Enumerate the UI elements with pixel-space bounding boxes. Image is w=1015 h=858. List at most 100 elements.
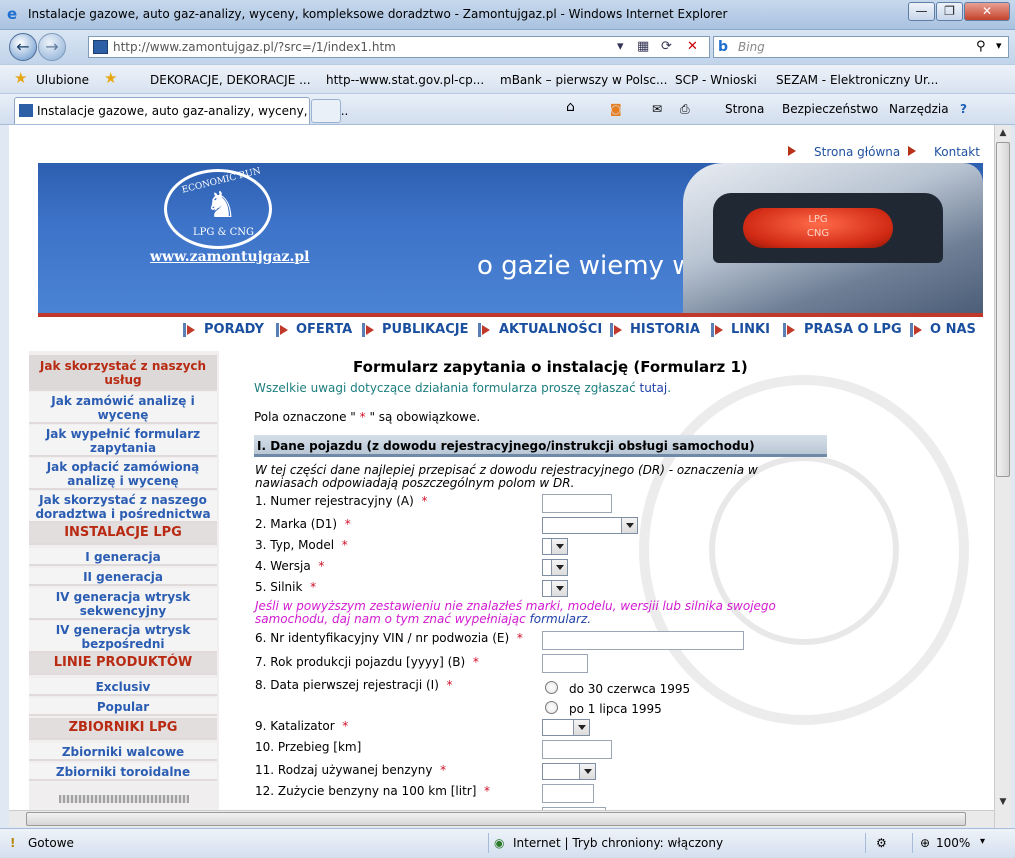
chevron-down-icon[interactable]	[579, 764, 595, 779]
status-bar: ! Gotowe ◉ Internet | Tryb chroniony: wł…	[0, 828, 1015, 858]
sidebar-item-consulting[interactable]: Jak skorzystać z naszego doradztwa i poś…	[29, 491, 217, 523]
address-url[interactable]: http://www.zamontujgaz.pl/?src=/1/index1…	[113, 40, 396, 54]
date-before-radio[interactable]	[545, 681, 558, 694]
required-star: *	[472, 655, 479, 669]
nav-aktualnosci[interactable]: AKTUALNOŚCI	[499, 322, 602, 337]
sidebar-item-payment[interactable]: Jak opłacić zamówioną analizę i wycenę	[29, 458, 217, 490]
sidebar-item-exclusiv[interactable]: Exclusiv	[29, 678, 217, 696]
stop-icon[interactable]: ✕	[687, 39, 698, 54]
nav-prasa[interactable]: PRASA O LPG	[804, 322, 902, 337]
chevron-down-icon[interactable]	[551, 581, 567, 596]
help-icon[interactable]: ?	[960, 102, 967, 116]
nav-historia[interactable]: HISTORIA	[630, 322, 700, 337]
required-star: *	[440, 763, 447, 777]
scroll-down-icon[interactable]: ▼	[995, 794, 1011, 810]
lpg-tank-image: LPG CNG	[743, 208, 893, 248]
vertical-scroll-thumb[interactable]	[996, 142, 1010, 477]
status-separator	[488, 833, 489, 853]
search-box[interactable]: b Bing ⚲ ▾	[713, 36, 1009, 58]
dropdown-icon[interactable]: ▾	[617, 39, 624, 54]
nav-o-nas[interactable]: O NAS	[930, 322, 976, 337]
horizontal-scroll-thumb[interactable]	[26, 812, 966, 826]
nav-arrow-icon	[362, 323, 376, 337]
bing-icon: b	[718, 39, 729, 55]
zoom-dropdown-icon[interactable]: ▾	[980, 836, 985, 847]
compatibility-icon[interactable]: ▦	[637, 39, 649, 54]
nav-oferta[interactable]: OFERTA	[296, 322, 352, 337]
favorite-link-2[interactable]: http--www.stat.gov.pl-cp...	[326, 73, 484, 87]
search-options-icon[interactable]: ▾	[996, 39, 1002, 52]
sidebar-item-popular[interactable]: Popular	[29, 698, 217, 716]
vin-input[interactable]	[542, 631, 744, 650]
sidebar-item-fill-form[interactable]: Jak wypełnić formularz zapytania	[29, 425, 217, 457]
home-icon[interactable]: ⌂	[566, 99, 575, 115]
nav-publikacje[interactable]: PUBLIKACJE	[382, 322, 469, 337]
page-menu[interactable]: Strona	[725, 102, 764, 116]
date-after-radio[interactable]	[545, 701, 558, 714]
zoom-level[interactable]: 100%	[936, 836, 970, 850]
back-icon[interactable]: ←	[9, 33, 37, 61]
maximize-button[interactable]: ❐	[936, 2, 963, 21]
mileage-input[interactable]	[542, 740, 612, 759]
sidebar-item-gen4-seq[interactable]: IV generacja wtrysk sekwencyjny	[29, 588, 217, 620]
production-year-input[interactable]	[542, 654, 588, 673]
forward-icon[interactable]: →	[38, 33, 66, 61]
vertical-scrollbar[interactable]: ▲ ▼	[994, 125, 1011, 828]
chevron-down-icon[interactable]	[573, 720, 589, 735]
favorite-link-4[interactable]: SCP - Wnioski	[675, 73, 757, 87]
make-select[interactable]	[542, 517, 638, 534]
engine-select[interactable]	[542, 580, 568, 597]
sidebar-item-toroidalne[interactable]: Zbiorniki toroidalne	[29, 763, 217, 781]
favorites-button[interactable]: Ulubione	[36, 73, 89, 87]
chevron-down-icon[interactable]	[551, 539, 567, 554]
new-tab-button[interactable]	[311, 99, 341, 123]
contact-link[interactable]: Kontakt	[934, 145, 980, 159]
required-star: *	[341, 538, 348, 552]
mail-icon[interactable]: ✉	[652, 102, 662, 116]
missing-form-link[interactable]: formularz	[530, 612, 588, 626]
favorite-link-1[interactable]: DEKORACJE, DEKORACJE ...	[150, 73, 311, 87]
horizontal-scrollbar[interactable]	[9, 810, 994, 827]
chevron-down-icon[interactable]	[551, 560, 567, 575]
nav-porady[interactable]: PORADY	[204, 322, 264, 337]
sidebar-item-walcowe[interactable]: Zbiorniki walcowe	[29, 743, 217, 761]
petrol-type-select[interactable]	[542, 763, 596, 780]
chevron-down-icon[interactable]	[621, 518, 637, 533]
version-select[interactable]	[542, 559, 568, 576]
close-button[interactable]: ✕	[964, 2, 1010, 21]
favorite-link-3[interactable]: mBank – pierwszy w Polsc...	[500, 73, 667, 87]
print-icon[interactable]: ⎙	[680, 102, 690, 117]
security-zone[interactable]: Internet | Tryb chroniony: włączony	[513, 836, 723, 850]
remarks-link[interactable]: tutaj	[640, 381, 668, 395]
address-bar[interactable]: http://www.zamontujgaz.pl/?src=/1/index1…	[88, 36, 710, 58]
field-label-5: 5. Silnik *	[255, 580, 316, 594]
minimize-button[interactable]: —	[908, 2, 935, 21]
search-input[interactable]: Bing	[738, 40, 765, 54]
sidebar-item-how-to-use[interactable]: Jak skorzystać z naszych usług	[29, 355, 217, 391]
refresh-icon[interactable]: ⟳	[661, 39, 672, 54]
registration-input[interactable]	[542, 494, 612, 513]
nav-arrow-icon	[478, 323, 492, 337]
scroll-up-icon[interactable]: ▲	[995, 125, 1011, 141]
nav-linki[interactable]: LINKI	[731, 322, 770, 337]
fuel-consumption-input[interactable]	[542, 784, 594, 803]
tools-menu[interactable]: Narzędzia	[889, 102, 949, 116]
tab-title[interactable]: Instalacje gazowe, auto gaz-analizy, wyc…	[37, 104, 348, 118]
protected-mode-icon[interactable]: ⚙	[876, 836, 887, 850]
field-label-6: 6. Nr identyfikacyjny VIN / nr podwozia …	[255, 631, 523, 645]
search-icon[interactable]: ⚲	[976, 39, 986, 54]
model-select[interactable]	[542, 538, 568, 555]
safety-menu[interactable]: Bezpieczeństwo	[782, 102, 878, 116]
sidebar-item-gen4-direct[interactable]: IV generacja wtrysk bezpośredni	[29, 621, 217, 653]
sidebar-item-gen2[interactable]: II generacja	[29, 568, 217, 586]
feeds-icon[interactable]: ◙	[610, 102, 622, 116]
catalyst-select[interactable]	[542, 719, 590, 736]
add-favorites-icon[interactable]: ★	[104, 69, 117, 87]
browser-tab[interactable]: Instalacje gazowe, auto gaz-analizy, wyc…	[14, 97, 348, 124]
home-link[interactable]: Strona główna	[814, 145, 900, 159]
required-star: *	[446, 678, 453, 692]
sidebar-item-gen1[interactable]: I generacja	[29, 548, 217, 566]
favorite-link-5[interactable]: SEZAM - Elektroniczny Ur...	[776, 73, 938, 87]
sidebar-item-order[interactable]: Jak zamówić analizę i wycenę	[29, 392, 217, 424]
site-logo[interactable]: ECONOMIC RUN ♞ LPG & CNG	[164, 166, 272, 249]
